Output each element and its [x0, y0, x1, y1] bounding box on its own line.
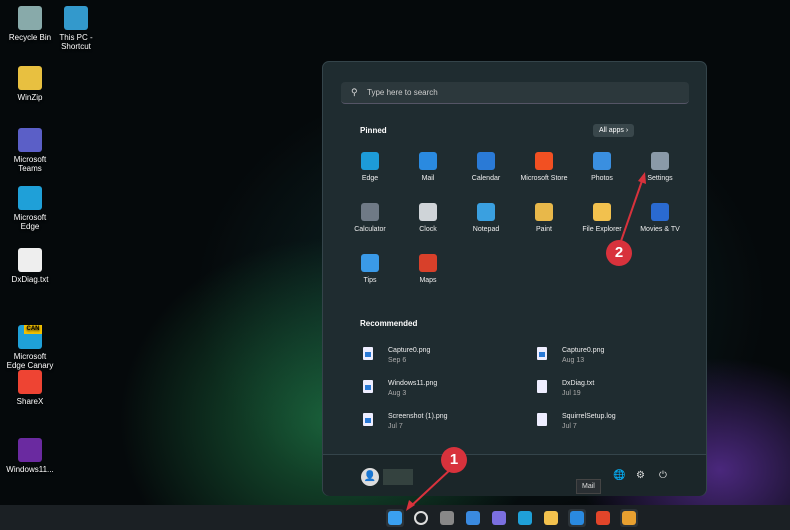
arrow-1-head: [406, 500, 415, 511]
annotation-badge-1: 1: [441, 447, 467, 473]
arrow-2-head: [638, 172, 646, 184]
annotation-arrows: [406, 172, 646, 511]
arrow-1: [409, 467, 453, 508]
annotation-badge-2: 2: [606, 240, 632, 266]
arrow-2: [619, 177, 644, 245]
